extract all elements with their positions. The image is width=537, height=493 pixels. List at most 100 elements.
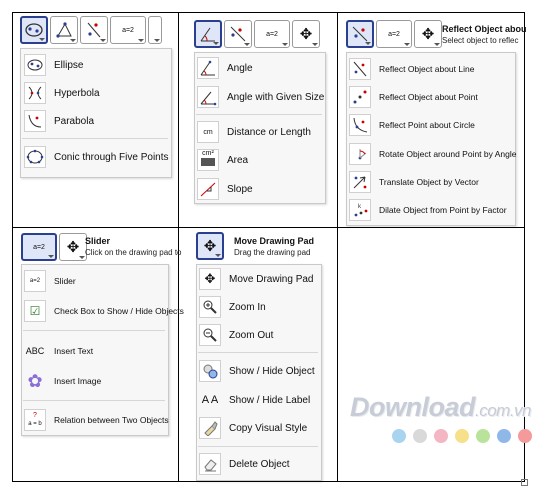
slope-icon bbox=[197, 178, 219, 200]
tool-hint: Drag the drawing pad bbox=[234, 248, 311, 257]
menu-item-label: Delete Object bbox=[229, 458, 290, 470]
move-icon: ✥ bbox=[299, 26, 313, 43]
separator bbox=[22, 138, 168, 139]
parabola-icon bbox=[24, 110, 46, 132]
angle-icon bbox=[197, 57, 219, 79]
toolbar: a=2 ✥ bbox=[21, 233, 87, 261]
text-icon: ABC bbox=[25, 346, 45, 356]
menu-item-angle[interactable]: Angle bbox=[197, 57, 253, 79]
menu-item-label: Angle bbox=[227, 62, 253, 74]
watermark-dot bbox=[392, 429, 406, 443]
separator bbox=[196, 114, 322, 115]
slider-icon: a=2 bbox=[33, 243, 45, 251]
menu-item-label: Ellipse bbox=[54, 59, 84, 71]
image-icon: ✿ bbox=[27, 370, 43, 391]
menu-item-reflect-point[interactable]: Reflect Object about Point bbox=[349, 86, 478, 108]
slider-tool-button[interactable]: a=2 bbox=[376, 20, 412, 48]
menu-item-insert-text[interactable]: ABC Insert Text bbox=[24, 340, 93, 362]
menu-item-label: Zoom In bbox=[229, 301, 266, 313]
reflect-line-icon bbox=[349, 58, 371, 80]
rotate-icon bbox=[349, 143, 371, 165]
menu-item-show-hide-object[interactable]: Show / Hide Object bbox=[199, 360, 315, 382]
menu-item-label: Distance or Length bbox=[227, 126, 311, 138]
move-icon: ✥ bbox=[66, 239, 80, 256]
menu-item-zoom-out[interactable]: Zoom Out bbox=[199, 324, 273, 346]
move-icon: ✥ bbox=[203, 238, 217, 255]
menu-item-relation[interactable]: ? a = b Relation between Two Objects bbox=[24, 409, 169, 431]
slider-icon: a=2 bbox=[24, 270, 46, 292]
reflect-line-icon bbox=[87, 22, 101, 38]
dilate-icon: k bbox=[349, 199, 371, 221]
menu-item-angle-given-size[interactable]: Angle with Given Size bbox=[197, 86, 324, 108]
menu-item-translate[interactable]: Translate Object by Vector bbox=[349, 171, 479, 193]
menu-item-label: Angle with Given Size bbox=[227, 91, 325, 103]
relation-icon: ? a = b bbox=[24, 409, 46, 431]
reflect-tool-button[interactable] bbox=[80, 16, 108, 44]
menu-item-slider[interactable]: a=2 Slider bbox=[24, 270, 76, 292]
move-pad-tool-button[interactable]: ✥ bbox=[292, 20, 320, 48]
menu-item-label: Translate Object by Vector bbox=[379, 177, 479, 187]
reflect-tool-button[interactable] bbox=[224, 20, 252, 48]
separator bbox=[23, 330, 165, 331]
menu-item-label: Copy Visual Style bbox=[229, 422, 308, 434]
menu-item-label: Show / Hide Label bbox=[229, 394, 311, 406]
more-tool-button[interactable] bbox=[148, 16, 162, 44]
separator bbox=[198, 446, 318, 447]
menu-item-distance[interactable]: cm Distance or Length bbox=[197, 121, 311, 143]
show-hide-object-icon bbox=[199, 360, 221, 382]
reflect-tool-button[interactable] bbox=[346, 20, 374, 48]
menu-item-ellipse[interactable]: Ellipse bbox=[24, 54, 83, 76]
reflect-circle-icon bbox=[349, 114, 371, 136]
ellipse-icon bbox=[25, 23, 43, 37]
toolbar: a=2 ✥ bbox=[346, 20, 442, 48]
conic-tool-button[interactable] bbox=[20, 16, 48, 44]
menu-item-copy-style[interactable]: Copy Visual Style bbox=[199, 417, 307, 439]
hyperbola-icon bbox=[24, 82, 46, 104]
menu-item-label: Show / Hide Object bbox=[229, 365, 315, 377]
angle-icon bbox=[56, 22, 72, 38]
menu-item-reflect-circle[interactable]: Reflect Point about Circle bbox=[349, 114, 475, 136]
menu-item-show-hide-label[interactable]: A A Show / Hide Label bbox=[199, 389, 310, 411]
menu-item-rotate[interactable]: Rotate Object around Point by Angle bbox=[349, 143, 517, 165]
menu-item-move-pad[interactable]: ✥ Move Drawing Pad bbox=[199, 268, 313, 290]
reflect-line-icon bbox=[352, 26, 368, 42]
menu-item-area[interactable]: cm² Area bbox=[197, 149, 248, 171]
copy-style-icon bbox=[199, 417, 221, 439]
move-pad-tool-button[interactable]: ✥ bbox=[196, 232, 224, 260]
menu-item-slope[interactable]: Slope bbox=[197, 178, 253, 200]
watermark-logo: Download.com.vn bbox=[350, 392, 532, 422]
menu-item-label: Slope bbox=[227, 183, 253, 195]
watermark-dot bbox=[413, 429, 427, 443]
menu-item-label: Rotate Object around Point by Angle bbox=[379, 149, 517, 159]
menu-item-label: Insert Image bbox=[54, 376, 102, 386]
menu-item-dilate[interactable]: k Dilate Object from Point by Factor bbox=[349, 199, 507, 221]
menu-item-reflect-line[interactable]: Reflect Object about Line bbox=[349, 58, 474, 80]
move-pad-tool-button[interactable]: ✥ bbox=[414, 20, 442, 48]
menu-item-parabola[interactable]: Parabola bbox=[24, 110, 94, 132]
menu-item-label: Reflect Object about Point bbox=[379, 92, 478, 102]
move-pad-tool-button[interactable]: ✥ bbox=[59, 233, 87, 261]
menu-item-checkbox[interactable]: ☑ Check Box to Show / Hide Objects bbox=[24, 300, 184, 322]
ellipse-icon bbox=[24, 54, 46, 76]
slider-tool-button[interactable]: a=2 bbox=[21, 233, 57, 261]
menu-item-conic-five-points[interactable]: Conic through Five Points bbox=[24, 146, 169, 168]
toolbar: a=2 bbox=[20, 16, 162, 44]
menu-item-label: Slider bbox=[54, 276, 76, 286]
delete-icon bbox=[199, 453, 221, 475]
menu-item-label: Move Drawing Pad bbox=[229, 273, 314, 285]
menu-item-hyperbola[interactable]: Hyperbola bbox=[24, 82, 100, 104]
menu-item-delete[interactable]: Delete Object bbox=[199, 453, 290, 475]
slider-icon: a=2 bbox=[122, 26, 134, 34]
angle-tool-button[interactable] bbox=[194, 20, 222, 48]
reflect-point-icon bbox=[349, 86, 371, 108]
slider-tool-button[interactable]: a=2 bbox=[254, 20, 290, 48]
menu-item-label: Insert Text bbox=[54, 346, 94, 356]
slider-tool-button[interactable]: a=2 bbox=[110, 16, 146, 44]
menu-item-label: Reflect Object about Line bbox=[379, 64, 475, 74]
menu-item-zoom-in[interactable]: Zoom In bbox=[199, 296, 266, 318]
menu-item-insert-image[interactable]: ✿ Insert Image bbox=[24, 370, 101, 392]
toolbar: a=2 ✥ bbox=[194, 20, 320, 48]
polygon-tool-button[interactable] bbox=[50, 16, 78, 44]
translate-icon bbox=[349, 171, 371, 193]
tool-hint: Select object to reflec bbox=[442, 36, 519, 45]
